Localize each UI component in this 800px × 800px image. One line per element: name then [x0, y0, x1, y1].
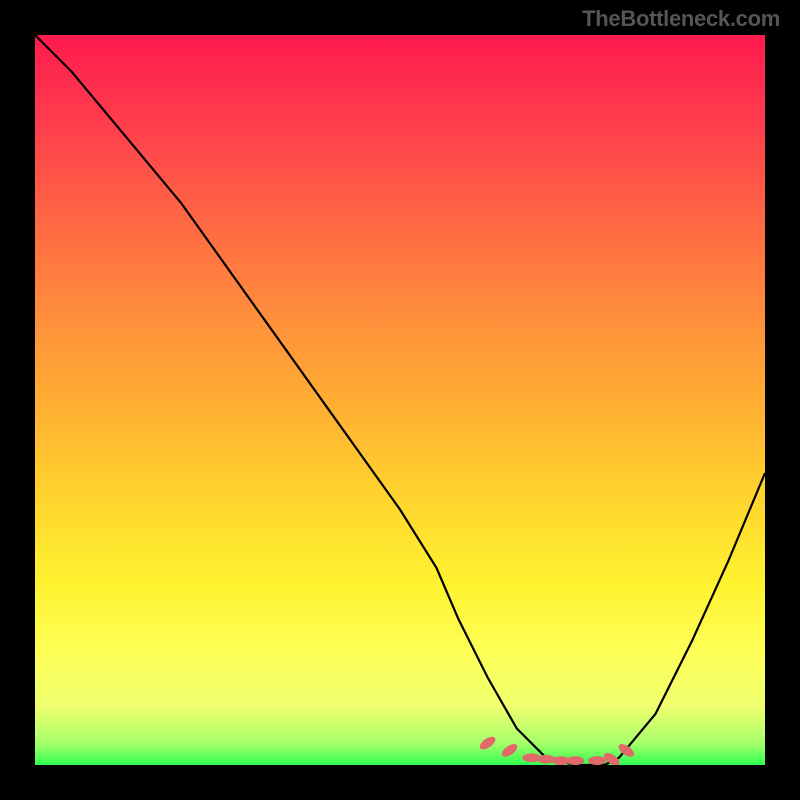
marker-dot — [566, 756, 584, 765]
curve-svg — [35, 35, 765, 765]
minimum-marker-cluster — [478, 734, 637, 765]
marker-dot — [588, 756, 606, 765]
marker-dot — [500, 742, 520, 760]
chart-frame: TheBottleneck.com — [0, 0, 800, 800]
plot-area — [35, 35, 765, 765]
marker-dot — [478, 734, 498, 752]
attribution-text: TheBottleneck.com — [582, 6, 780, 32]
bottleneck-curve — [35, 35, 765, 765]
